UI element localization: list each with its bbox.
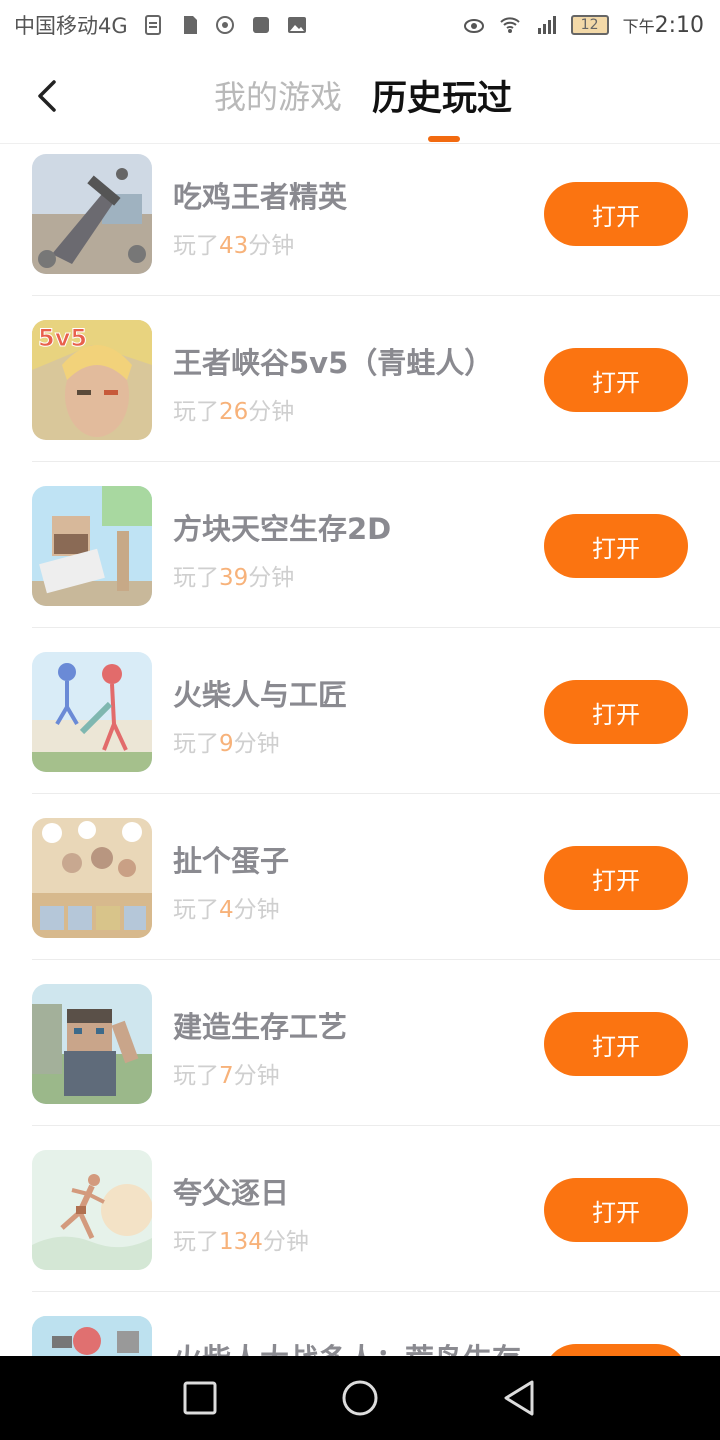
play-time: 玩了9分钟 [173, 724, 280, 758]
stickman-icon [32, 652, 152, 772]
runner-icon [32, 1150, 152, 1270]
image-icon [286, 14, 308, 36]
system-nav-bar [0, 1356, 720, 1440]
play-time-suffix: 分钟 [262, 1229, 309, 1255]
list-item[interactable]: 火柴人大战多人：荒岛生存 打开 [0, 1292, 720, 1356]
document-icon [142, 14, 164, 36]
play-time-prefix: 玩了 [173, 565, 219, 591]
tab-my-games[interactable]: 我的游戏 [214, 72, 342, 118]
play-minutes: 4 [219, 897, 234, 923]
open-button[interactable]: 打开 [544, 846, 688, 910]
open-button[interactable]: 打开 [544, 680, 688, 744]
open-button[interactable]: 打开 [544, 514, 688, 578]
play-time-suffix: 分钟 [248, 565, 295, 591]
open-button[interactable]: 打开 [544, 348, 688, 412]
play-minutes: 43 [219, 233, 249, 259]
icon-text: 5v5 [38, 324, 87, 352]
play-time-prefix: 玩了 [173, 1063, 219, 1089]
game-title: 吃鸡王者精英 [173, 180, 348, 214]
play-time-suffix: 分钟 [248, 233, 295, 259]
list-item[interactable]: 建造生存工艺 玩了7分钟 打开 [0, 960, 720, 1126]
list-item[interactable]: 夸父逐日 玩了134分钟 打开 [0, 1126, 720, 1292]
play-time-suffix: 分钟 [233, 1063, 280, 1089]
play-minutes: 39 [219, 565, 249, 591]
square-app-icon [250, 14, 272, 36]
chevron-left-icon [38, 80, 56, 112]
play-time: 玩了39分钟 [173, 558, 294, 592]
wifi-icon [499, 14, 521, 36]
play-time-suffix: 分钟 [248, 399, 295, 425]
play-minutes: 7 [219, 1063, 234, 1089]
play-time-prefix: 玩了 [173, 897, 219, 923]
signal-icon [535, 14, 557, 36]
play-time-suffix: 分钟 [233, 897, 280, 923]
game-title: 火柴人大战多人：荒岛生存 [173, 1336, 521, 1356]
stickman-battle-icon [32, 1316, 152, 1356]
play-minutes: 26 [219, 399, 249, 425]
play-time-prefix: 玩了 [173, 399, 219, 425]
play-time-prefix: 玩了 [173, 1229, 219, 1255]
eye-icon [463, 14, 485, 36]
header: 我的游戏 历史玩过 [0, 50, 720, 144]
time: 2:10 [654, 12, 704, 38]
active-tab-indicator [428, 136, 460, 142]
clock: 下午2:10 [623, 13, 704, 38]
status-left: 中国移动4G [14, 10, 308, 40]
back-triangle-icon[interactable] [498, 1376, 542, 1420]
game-title: 夸父逐日 [173, 1176, 290, 1210]
play-time: 玩了26分钟 [173, 392, 294, 426]
time-prefix: 下午 [622, 16, 655, 36]
list-item[interactable]: 5v5 王者峡谷5v5（青蛙人） 玩了26分钟 打开 [0, 296, 720, 462]
block-survival-icon [32, 486, 152, 606]
play-time-prefix: 玩了 [173, 731, 219, 757]
play-minutes: 9 [219, 731, 234, 757]
tab-history-played[interactable]: 历史玩过 [372, 70, 512, 121]
play-time: 玩了43分钟 [173, 226, 294, 260]
game-title: 火柴人与工匠 [173, 678, 348, 712]
open-button[interactable]: 打开 [544, 182, 688, 246]
game-history-list[interactable]: 吃鸡王者精英 玩了43分钟 打开 5v5 王者峡谷5v5（青蛙人） 玩了26分钟… [0, 144, 720, 1356]
list-item[interactable]: 方块天空生存2D 玩了39分钟 打开 [0, 462, 720, 628]
status-bar: 中国移动4G 12 下午2:10 [0, 0, 720, 50]
open-button[interactable]: 打开 [544, 1344, 688, 1356]
game-title: 扯个蛋子 [173, 844, 290, 878]
play-time-suffix: 分钟 [233, 731, 280, 757]
moba-hero-icon: 5v5 [32, 320, 152, 440]
hotspot-icon [214, 14, 236, 36]
list-item[interactable]: 火柴人与工匠 玩了9分钟 打开 [0, 628, 720, 794]
carrier-label: 中国移动4G [14, 14, 128, 38]
sd-card-icon [178, 14, 200, 36]
battery-indicator: 12 [570, 15, 609, 35]
play-time: 玩了134分钟 [173, 1222, 309, 1256]
play-time: 玩了7分钟 [173, 1056, 280, 1090]
game-title: 方块天空生存2D [173, 512, 392, 546]
list-item[interactable]: 吃鸡王者精英 玩了43分钟 打开 [0, 144, 720, 296]
cartoon-crowd-icon [32, 818, 152, 938]
back-button[interactable] [28, 76, 68, 116]
blocky-character-icon [32, 984, 152, 1104]
shooter-game-icon [32, 154, 152, 274]
play-time: 玩了4分钟 [173, 890, 280, 924]
open-button[interactable]: 打开 [544, 1178, 688, 1242]
open-button[interactable]: 打开 [544, 1012, 688, 1076]
recent-apps-icon[interactable] [178, 1376, 222, 1420]
home-icon[interactable] [338, 1376, 382, 1420]
play-time-prefix: 玩了 [173, 233, 219, 259]
list-item[interactable]: 扯个蛋子 玩了4分钟 打开 [0, 794, 720, 960]
game-title: 建造生存工艺 [173, 1010, 348, 1044]
status-right: 12 下午2:10 [463, 13, 704, 38]
game-title: 王者峡谷5v5（青蛙人） [173, 346, 494, 380]
screen: 中国移动4G 12 下午2:10 我的游戏 历史玩过 吃鸡王者精英 玩了43分钟… [0, 0, 720, 1440]
play-minutes: 134 [219, 1229, 263, 1255]
